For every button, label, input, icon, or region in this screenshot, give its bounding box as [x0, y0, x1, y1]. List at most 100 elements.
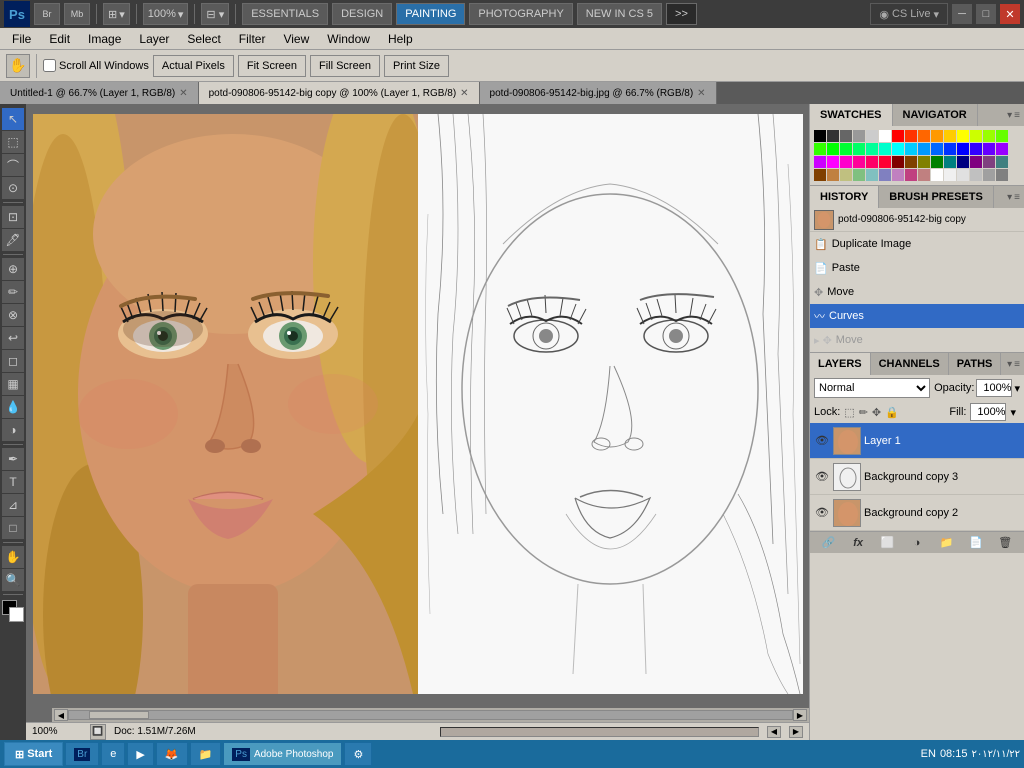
- swatch-26[interactable]: [957, 143, 969, 155]
- swatch-59[interactable]: [996, 169, 1008, 181]
- view-mode-dropdown[interactable]: ⊞▾: [103, 3, 130, 25]
- scroll-thumb[interactable]: [89, 711, 149, 719]
- history-item-4[interactable]: ▸ ✥ Move: [810, 328, 1024, 352]
- swatch-11[interactable]: [957, 130, 969, 142]
- swatch-6[interactable]: [892, 130, 904, 142]
- type-tool[interactable]: T: [2, 471, 24, 493]
- swatch-23[interactable]: [918, 143, 930, 155]
- layer-item-2[interactable]: 👁 Background copy 2: [810, 495, 1024, 531]
- cs-live-button[interactable]: ◉ CS Live ▾: [870, 3, 948, 25]
- close-button[interactable]: ✕: [1000, 4, 1020, 24]
- layer-new-btn[interactable]: 📄: [966, 534, 986, 552]
- tab-brush-presets[interactable]: BRUSH PRESETS: [879, 186, 994, 208]
- maximize-button[interactable]: □: [976, 4, 996, 24]
- history-item-2[interactable]: ✥ Move: [810, 280, 1024, 304]
- mini-bridge-icon-btn[interactable]: Mb: [64, 3, 90, 25]
- menu-edit[interactable]: Edit: [41, 30, 78, 48]
- doc-tab-2[interactable]: potd-090806-95142-big.jpg @ 66.7% (RGB/8…: [480, 82, 717, 104]
- swatch-54[interactable]: [931, 169, 943, 181]
- swatch-1[interactable]: [827, 130, 839, 142]
- crop-tool[interactable]: ⊡: [2, 206, 24, 228]
- swatch-38[interactable]: [918, 156, 930, 168]
- swatch-14[interactable]: [996, 130, 1008, 142]
- nav-essentials[interactable]: ESSENTIALS: [242, 3, 328, 25]
- canvas-container[interactable]: [33, 114, 803, 694]
- gradient-tool[interactable]: ▦: [2, 373, 24, 395]
- swatch-53[interactable]: [918, 169, 930, 181]
- layer-mask-btn[interactable]: ⬜: [878, 534, 898, 552]
- lasso-tool[interactable]: ⌒: [2, 154, 24, 176]
- swatch-21[interactable]: [892, 143, 904, 155]
- swatch-49[interactable]: [866, 169, 878, 181]
- bridge-icon-btn[interactable]: Br: [34, 3, 60, 25]
- taskbar-app-explorer[interactable]: 📁: [190, 742, 222, 766]
- layer-eye-0[interactable]: 👁: [814, 433, 830, 449]
- fill-input[interactable]: [970, 403, 1006, 421]
- layer-item-1[interactable]: 👁 Background copy 3: [810, 459, 1024, 495]
- swatch-8[interactable]: [918, 130, 930, 142]
- taskbar-app-ie[interactable]: e: [101, 742, 125, 766]
- swatch-10[interactable]: [944, 130, 956, 142]
- status-scroll-left[interactable]: ◀: [767, 726, 781, 738]
- menu-window[interactable]: Window: [319, 30, 378, 48]
- swatch-44[interactable]: [996, 156, 1008, 168]
- blur-tool[interactable]: 💧: [2, 396, 24, 418]
- swatch-46[interactable]: [827, 169, 839, 181]
- arrange-dropdown[interactable]: ⊟ ▾: [201, 3, 229, 25]
- swatch-20[interactable]: [879, 143, 891, 155]
- swatch-35[interactable]: [879, 156, 891, 168]
- quick-select-tool[interactable]: ⊙: [2, 177, 24, 199]
- layer-link-btn[interactable]: 🔗: [819, 534, 839, 552]
- scroll-all-windows-input[interactable]: [43, 59, 56, 72]
- swatch-25[interactable]: [944, 143, 956, 155]
- taskbar-app-photoshop[interactable]: Ps Adobe Photoshop: [223, 742, 342, 766]
- fill-screen-button[interactable]: Fill Screen: [310, 55, 380, 77]
- swatch-52[interactable]: [905, 169, 917, 181]
- scroll-right-btn[interactable]: ▶: [793, 709, 807, 721]
- lock-all-icon[interactable]: 🔒: [885, 406, 899, 419]
- swatch-37[interactable]: [905, 156, 917, 168]
- swatch-13[interactable]: [983, 130, 995, 142]
- swatch-22[interactable]: [905, 143, 917, 155]
- swatch-2[interactable]: [840, 130, 852, 142]
- opacity-arrow[interactable]: ▾: [1014, 382, 1020, 395]
- layer-group-btn[interactable]: 📁: [936, 534, 956, 552]
- swatch-32[interactable]: [840, 156, 852, 168]
- move-tool[interactable]: ↖: [2, 108, 24, 130]
- hand-tool-icon[interactable]: ✋: [6, 54, 30, 78]
- swatch-31[interactable]: [827, 156, 839, 168]
- swatch-16[interactable]: [827, 143, 839, 155]
- swatch-12[interactable]: [970, 130, 982, 142]
- layer-eye-2[interactable]: 👁: [814, 505, 830, 521]
- lock-image-icon[interactable]: ✏: [859, 406, 868, 419]
- swatch-42[interactable]: [970, 156, 982, 168]
- background-color[interactable]: [9, 607, 24, 622]
- tab-channels[interactable]: CHANNELS: [871, 353, 949, 375]
- print-size-button[interactable]: Print Size: [384, 55, 449, 77]
- eyedropper-tool[interactable]: 🖋: [2, 229, 24, 251]
- swatch-7[interactable]: [905, 130, 917, 142]
- history-item-0[interactable]: 📋 Duplicate Image: [810, 232, 1024, 256]
- swatch-48[interactable]: [853, 169, 865, 181]
- swatch-50[interactable]: [879, 169, 891, 181]
- doc-tab-1[interactable]: potd-090806-95142-big copy @ 100% (Layer…: [199, 82, 480, 104]
- menu-image[interactable]: Image: [80, 30, 129, 48]
- swatches-menu-icon[interactable]: ≡: [1014, 110, 1020, 121]
- history-menu-icon[interactable]: ≡: [1014, 192, 1020, 203]
- scroll-left-btn[interactable]: ◀: [54, 709, 68, 721]
- swatch-30[interactable]: [814, 156, 826, 168]
- layers-menu-icon[interactable]: ≡: [1014, 359, 1020, 370]
- clone-stamp-tool[interactable]: ⊗: [2, 304, 24, 326]
- swatch-39[interactable]: [931, 156, 943, 168]
- tab-navigator[interactable]: NAVIGATOR: [893, 104, 978, 126]
- doc-tab-0[interactable]: Untitled-1 @ 66.7% (Layer 1, RGB/8) ✕: [0, 82, 199, 104]
- taskbar-app-bridge[interactable]: Br: [65, 742, 99, 766]
- blend-mode-select[interactable]: Normal: [814, 378, 930, 398]
- swatch-33[interactable]: [853, 156, 865, 168]
- swatch-36[interactable]: [892, 156, 904, 168]
- swatch-4[interactable]: [866, 130, 878, 142]
- swatch-18[interactable]: [853, 143, 865, 155]
- status-scroll-right[interactable]: ▶: [789, 726, 803, 738]
- swatch-0[interactable]: [814, 130, 826, 142]
- brush-tool[interactable]: ✏: [2, 281, 24, 303]
